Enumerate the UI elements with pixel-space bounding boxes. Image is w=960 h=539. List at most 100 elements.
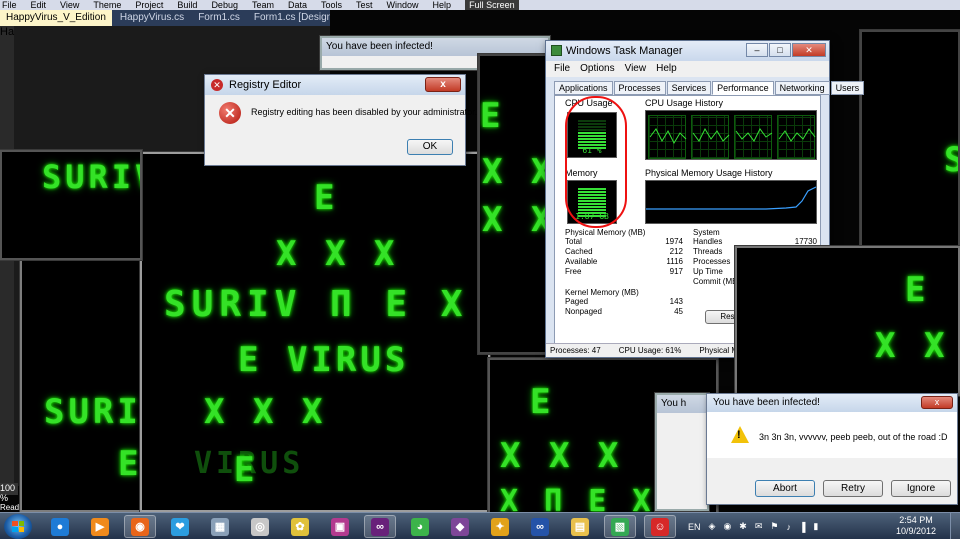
taskbar-app-winrar[interactable]: ▣: [324, 515, 356, 538]
ide-menu-item[interactable]: Data: [288, 0, 307, 10]
stat-name: Free: [565, 267, 582, 276]
tray-volume-icon[interactable]: ♪: [786, 522, 791, 532]
task-manager-menu-item[interactable]: Help: [656, 61, 677, 77]
tab-networking[interactable]: Networking: [774, 81, 830, 95]
ide-menu-item[interactable]: View: [60, 0, 79, 10]
tab-performance[interactable]: Performance: [712, 81, 774, 95]
ide-menu-item[interactable]: Project: [135, 0, 163, 10]
stat-name: Cached: [565, 247, 593, 256]
taskbar-app-media-player[interactable]: ▶: [84, 515, 116, 538]
taskbar-app-explorer[interactable]: ▤: [564, 515, 596, 538]
ok-button[interactable]: OK: [407, 139, 453, 155]
ide-zoom-level[interactable]: 100 %: [0, 483, 18, 503]
ignore-button[interactable]: Ignore: [891, 480, 951, 497]
ide-menu-item[interactable]: Edit: [31, 0, 47, 10]
show-desktop-button[interactable]: [950, 513, 960, 539]
taskbar-app-windows-media-center[interactable]: ●: [44, 515, 76, 538]
tab-users[interactable]: Users: [830, 81, 865, 95]
maximize-button[interactable]: □: [769, 43, 791, 57]
matrix-text: E: [234, 450, 259, 490]
tab-applications[interactable]: Applications: [554, 81, 613, 95]
matrix-text: E: [905, 270, 930, 310]
close-button[interactable]: x: [425, 77, 461, 92]
taskbar-app-firefox[interactable]: ◉: [124, 515, 156, 538]
taskbar-app-cd-player[interactable]: ◎: [244, 515, 276, 538]
taskbar-app-chat-app[interactable]: ◕: [404, 515, 436, 538]
task-manager-menu-item[interactable]: View: [625, 61, 647, 77]
taskbar-app-network-app[interactable]: ✦: [484, 515, 516, 538]
tab-processes[interactable]: Processes: [613, 81, 666, 95]
fullscreen-button[interactable]: Full Screen: [465, 0, 519, 10]
kernel-memory-group: Kernel Memory (MB) Paged 143 Nonpaged 45: [565, 288, 683, 317]
ide-menu-item[interactable]: File: [2, 0, 17, 10]
stat-value: 212: [669, 247, 683, 256]
taskbar-app-visual-studio[interactable]: ∞: [364, 515, 396, 538]
taskbar-app-paint[interactable]: ✿: [284, 515, 316, 538]
taskbar-app-virus-app[interactable]: ☺: [644, 515, 676, 538]
ide-tab-strip: HappyVirus_V_Edition HappyVirus.cs Form1.c…: [0, 10, 330, 26]
close-button[interactable]: ✕: [792, 43, 826, 57]
matrix-text: SURIV Π: [44, 392, 142, 432]
start-button[interactable]: [4, 514, 32, 539]
tray-network-icon[interactable]: ◈: [709, 521, 716, 532]
ide-menu-item[interactable]: Window: [387, 0, 419, 10]
ide-menu-item[interactable]: Team: [252, 0, 274, 10]
taskbar-app-task-manager[interactable]: ▧: [604, 515, 636, 538]
task-manager-icon: [551, 45, 562, 56]
infinity-app-icon: ∞: [531, 517, 549, 536]
cpu-history-graph: [645, 110, 817, 160]
matrix-text: X X: [482, 152, 546, 192]
tray-flag-icon[interactable]: ⚑: [770, 521, 778, 532]
ide-menu-item[interactable]: Theme: [93, 0, 121, 10]
taskbar-app-tor-browser[interactable]: ◆: [444, 515, 476, 538]
ide-menu-item[interactable]: Build: [177, 0, 197, 10]
ide-tab[interactable]: Form1.cs: [192, 10, 246, 26]
matrix-logo-line: SURIV Π E X X U S: [164, 284, 488, 325]
minimize-button[interactable]: –: [746, 43, 768, 57]
stat-name: Threads: [693, 247, 723, 256]
task-manager-tabs: Applications Processes Services Performance…: [554, 81, 865, 95]
ide-menu-item[interactable]: Help: [433, 0, 452, 10]
tab-services[interactable]: Services: [666, 81, 712, 95]
status-processes: Processes: 47: [550, 346, 601, 355]
virus-window[interactable]: SURIV Π E X X U: [0, 150, 142, 260]
ide-tab[interactable]: HappyVirus_V_Edition: [0, 10, 112, 26]
language-indicator[interactable]: EN: [688, 522, 701, 532]
retry-button[interactable]: Retry: [823, 480, 883, 497]
close-button[interactable]: x: [921, 396, 953, 409]
tray-signal-icon[interactable]: ▐: [799, 522, 805, 532]
ide-menu-item[interactable]: Test: [356, 0, 373, 10]
cd-player-icon: ◎: [251, 517, 269, 536]
taskbar-app-infinity-app[interactable]: ∞: [524, 515, 556, 538]
ide-tab[interactable]: Form1.cs [Design]: [248, 10, 330, 26]
abort-button[interactable]: Abort: [755, 480, 815, 497]
kernel-memory-label: Kernel Memory (MB): [565, 288, 639, 297]
tray-chat-icon[interactable]: ◉: [723, 521, 731, 532]
tray-mail-icon[interactable]: ✉: [755, 521, 763, 532]
media-player-icon: ▶: [91, 517, 109, 536]
task-manager-titlebar[interactable]: Windows Task Manager – □ ✕: [546, 41, 829, 61]
ide-menu-item[interactable]: Tools: [321, 0, 342, 10]
taskbar-clock[interactable]: 2:54 PM 10/9/2012: [886, 515, 946, 537]
virus-window[interactable]: E X X X X: [478, 54, 548, 354]
registry-dialog-title: Registry Editor: [229, 79, 302, 91]
task-manager-menu-item[interactable]: Options: [580, 61, 614, 77]
infected-titlebar[interactable]: You have been infected! x: [707, 394, 957, 412]
ide-tab[interactable]: HappyVirus.cs: [114, 10, 190, 26]
taskbar-app-bird-app[interactable]: ❤: [164, 515, 196, 538]
task-manager-menu-item[interactable]: File: [554, 61, 570, 77]
virus-window[interactable]: SURIV Π E: [20, 256, 142, 512]
chat-app-icon: ◕: [411, 517, 429, 536]
taskbar-app-calculator[interactable]: ▦: [204, 515, 236, 538]
ide-menu-item[interactable]: Debug: [211, 0, 238, 10]
tray-battery-icon[interactable]: ▮: [813, 521, 818, 532]
virus-window-front[interactable]: E X X E: [735, 246, 960, 396]
registry-dialog-titlebar[interactable]: ✕ Registry Editor x: [205, 75, 465, 95]
virus-window-main[interactable]: E X X X SURIV Π E X X U S E VIRUS X X X …: [140, 152, 490, 512]
matrix-text: E: [314, 178, 339, 218]
tray-bluetooth-icon[interactable]: ✱: [739, 521, 747, 532]
clock-date: 10/9/2012: [895, 526, 937, 536]
system-tray: EN ◈ ◉ ✱ ✉ ⚑ ♪ ▐ ▮: [688, 513, 888, 539]
matrix-text: X Π E X: [500, 484, 655, 514]
virus-window[interactable]: SURIV: [860, 30, 960, 250]
